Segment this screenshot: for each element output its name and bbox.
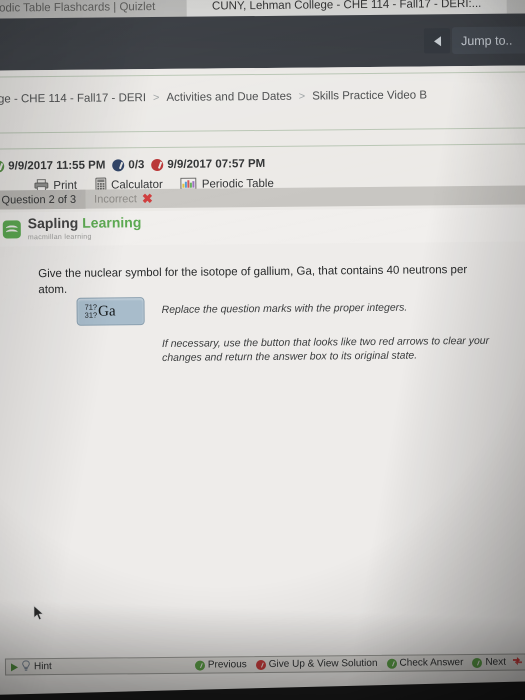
answer-input-box[interactable]: 71? 31? Ga	[76, 297, 145, 326]
two-red-arrows-reset-icon[interactable]	[512, 653, 523, 671]
monitor-photo: riodic Table Flashcards | Quizlet CUNY, …	[0, 0, 525, 700]
circle-check-icon	[386, 658, 397, 669]
atomic-number-field[interactable]: 31?	[85, 311, 98, 320]
circle-arrow-left-icon	[194, 660, 205, 671]
score-icon	[112, 159, 125, 172]
result-label: Incorrect	[94, 192, 137, 206]
jump-to-button[interactable]: Jump to..	[451, 26, 525, 55]
next-label: Next	[485, 656, 507, 668]
site-navbar: Jump to..	[0, 13, 525, 71]
sapling-brand-bar: Sapling Learning macmillan learning	[0, 207, 525, 247]
breadcrumb-separator-icon: >	[152, 91, 160, 105]
next-button[interactable]: Next	[472, 657, 506, 668]
give-up-label: Give Up & View Solution	[268, 657, 378, 670]
breadcrumb: ege - CHE 114 - Fall17 - DERI > Activiti…	[0, 83, 525, 110]
browser-tab-quizlet[interactable]: riodic Table Flashcards | Quizlet	[0, 0, 187, 19]
divider-top	[0, 71, 525, 78]
question-prompt: Give the nuclear symbol for the isotope …	[38, 264, 468, 296]
question-card: Sapling Learning macmillan learning Give…	[0, 207, 525, 663]
question-action-bar: Hint Previous Give Up & View Solution Ch…	[4, 653, 525, 676]
divider-above-status	[0, 143, 525, 150]
give-up-view-solution-button[interactable]: Give Up & View Solution	[255, 657, 378, 670]
submitted-date-icon	[151, 158, 164, 172]
due-date-value: 9/9/2017 11:55 PM	[8, 159, 106, 173]
breadcrumb-item-skills-practice[interactable]: Skills Practice Video B	[312, 89, 427, 102]
triangle-left-icon	[433, 35, 441, 46]
mouse-cursor	[33, 604, 44, 621]
previous-label: Previous	[207, 659, 247, 671]
tab-question-2-of-3[interactable]: Question 2 of 3	[0, 189, 86, 210]
hint-bar-label: Hint	[33, 661, 52, 673]
nav-previous-button[interactable]	[423, 28, 451, 54]
check-answer-button[interactable]: Check Answer	[386, 657, 463, 669]
brand-tagline: macmillan learning	[27, 233, 92, 242]
brand-name-secondary: Learning	[82, 214, 142, 232]
assignment-status-row: 9/9/2017 11:55 PM 0/3 9/9/2017 07:57 PM	[0, 151, 525, 176]
hint-divider-bar[interactable]: Hint	[6, 658, 52, 676]
question-result-status: Incorrect ✖	[85, 189, 162, 209]
previous-button[interactable]: Previous	[194, 659, 247, 671]
breadcrumb-item-activities[interactable]: Activities and Due Dates	[166, 91, 291, 104]
due-date-icon	[0, 160, 5, 173]
circle-x-icon	[255, 659, 266, 670]
check-answer-label: Check Answer	[399, 657, 464, 669]
element-symbol: Ga	[98, 302, 116, 320]
instruction-replace-question-marks: Replace the question marks with the prop…	[161, 301, 408, 316]
divider-under-breadcrumb	[0, 127, 525, 134]
browser-tab-title: riodic Table Flashcards | Quizlet	[0, 1, 156, 15]
breadcrumb-separator-icon: >	[298, 90, 306, 103]
instruction-reset-button: If necessary, use the button that looks …	[161, 334, 490, 365]
browser-tab-title: CUNY, Lehman College - CHE 114 - Fall17 …	[211, 0, 482, 13]
red-x-icon: ✖	[141, 191, 153, 207]
brand-name-primary: Sapling	[27, 215, 79, 232]
action-buttons-group: Previous Give Up & View Solution Check A…	[186, 653, 525, 674]
hint-bulb-icon	[22, 658, 30, 676]
breadcrumb-item-course[interactable]: ege - CHE 114 - Fall17 - DERI	[0, 92, 146, 105]
score-value: 0/3	[128, 159, 145, 172]
question-counter-label: Question 2 of 3	[1, 193, 77, 206]
expand-triangle-icon	[10, 662, 19, 671]
circle-arrow-right-icon	[472, 657, 483, 668]
question-tab-bar: Question 2 of 3 Incorrect ✖	[0, 185, 525, 210]
page-body: ege - CHE 114 - Fall17 - DERI > Activiti…	[0, 65, 525, 700]
submitted-date-value: 9/9/2017 07:57 PM	[167, 157, 266, 171]
jump-to-label: Jump to..	[460, 33, 513, 48]
sapling-leaf-icon	[2, 220, 21, 239]
